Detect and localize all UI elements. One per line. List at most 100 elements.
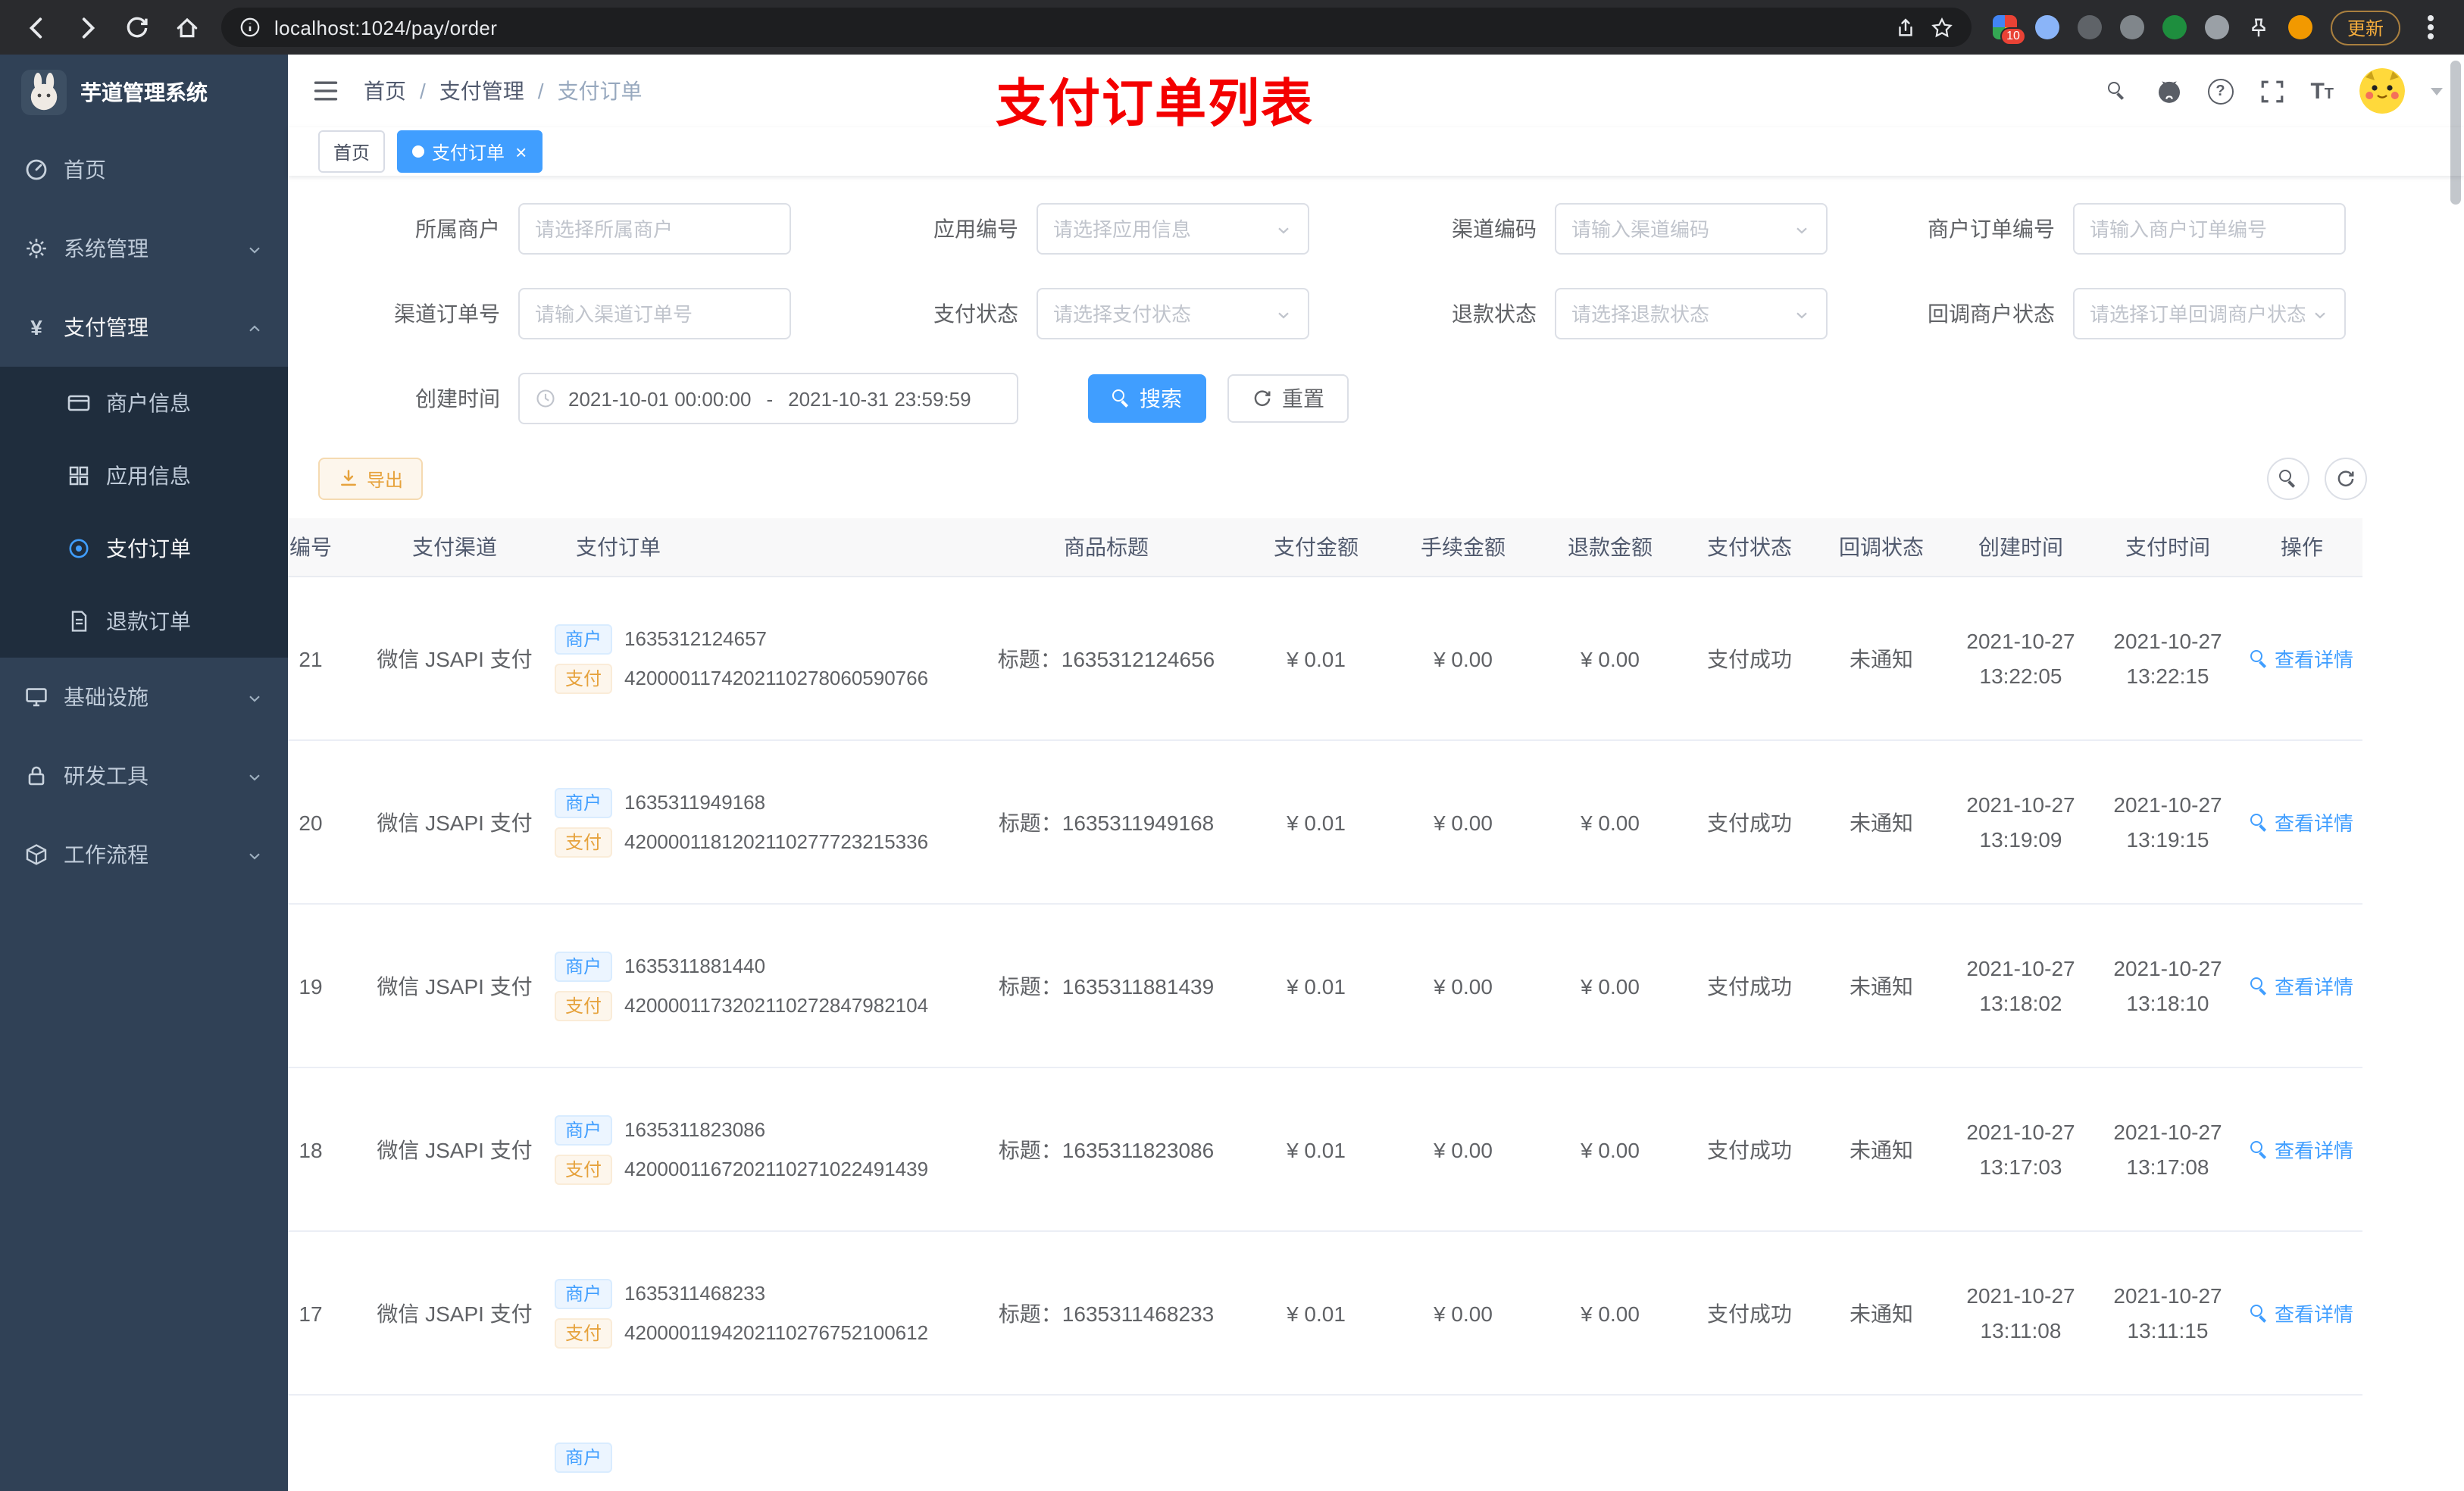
app-logo[interactable]: 芋道管理系统 xyxy=(0,55,288,130)
sidebar-item-pay-order[interactable]: 支付订单 xyxy=(0,512,288,585)
table-row-partial: 商户 xyxy=(288,1395,2362,1491)
close-icon[interactable] xyxy=(515,142,527,161)
help-icon[interactable] xyxy=(2207,78,2234,104)
export-button[interactable]: 导出 xyxy=(318,458,424,500)
sidebar-item-refund-order[interactable]: 退款订单 xyxy=(0,585,288,658)
col-pay-order: 支付订单 xyxy=(546,518,970,577)
search-button[interactable]: 搜索 xyxy=(1088,374,1206,423)
chevron-down-icon xyxy=(245,767,264,785)
filter-label: 退款状态 xyxy=(1452,302,1537,326)
sidebar-item-label: 基础设施 xyxy=(64,685,149,709)
app-input[interactable] xyxy=(1053,217,1268,240)
sidebar-item-merchant-info[interactable]: 商户信息 xyxy=(0,367,288,439)
refund-status-select[interactable] xyxy=(1555,288,1828,339)
url-bar[interactable]: localhost:1024/pay/order xyxy=(221,8,1972,47)
filter-label: 渠道订单号 xyxy=(394,302,500,326)
sidebar-item-app-info[interactable]: 应用信息 xyxy=(0,439,288,512)
merchant-order-no-field[interactable] xyxy=(2073,203,2346,255)
col-created: 创建时间 xyxy=(1947,518,2094,577)
order-line-ghost xyxy=(555,1480,961,1491)
bookmark-star-icon[interactable] xyxy=(1931,16,1953,39)
breadcrumb-pay-mgmt[interactable]: 支付管理 xyxy=(439,76,524,106)
merchant-input[interactable] xyxy=(535,217,774,240)
tab-home[interactable]: 首页 xyxy=(318,130,386,173)
forward-icon[interactable] xyxy=(74,14,100,40)
tab-pay-order[interactable]: 支付订单 xyxy=(397,130,543,173)
avatar-caret-icon[interactable] xyxy=(2431,87,2443,95)
sidebar-item-payment[interactable]: ¥ 支付管理 xyxy=(0,288,288,367)
create-time-range-picker[interactable]: 2021-10-01 00:00:00 - 2021-10-31 23:59:5… xyxy=(518,373,1018,424)
search-icon xyxy=(2250,977,2269,995)
filter-channel-order-no: 渠道订单号 xyxy=(318,288,791,339)
view-detail-link[interactable]: 查看详情 xyxy=(2250,971,2353,1000)
callback-status-input[interactable] xyxy=(2090,302,2305,325)
extension-icon-4[interactable] xyxy=(2119,15,2144,39)
merchant-select[interactable] xyxy=(518,203,791,255)
extension-badge: 10 xyxy=(2000,27,2026,45)
sidebar-item-system[interactable]: 系统管理 xyxy=(0,209,288,288)
hamburger-icon[interactable] xyxy=(312,77,339,105)
callback-status-select[interactable] xyxy=(2073,288,2346,339)
notify-status: 未通知 xyxy=(1815,740,1947,905)
site-info-icon[interactable] xyxy=(239,17,261,38)
notify-status: 未通知 xyxy=(1815,1067,1947,1232)
merchant-badge: 商户 xyxy=(555,1442,613,1472)
view-detail-link[interactable]: 查看详情 xyxy=(2250,808,2353,836)
table-row: 19 微信 JSAPI 支付 商户 1635311881440 支付 4200001… xyxy=(288,904,2362,1068)
active-dot-icon xyxy=(412,145,425,158)
user-avatar[interactable] xyxy=(2359,68,2405,114)
view-detail-link[interactable]: 查看详情 xyxy=(2250,1135,2353,1164)
reload-icon[interactable] xyxy=(124,14,150,40)
order-id: 20 xyxy=(288,740,364,905)
github-icon[interactable] xyxy=(2156,78,2181,104)
browser-menu-icon[interactable] xyxy=(2428,15,2434,39)
fullscreen-icon[interactable] xyxy=(2259,78,2284,104)
merchant-order-no-input[interactable] xyxy=(2090,217,2329,240)
sidebar-item-workflow[interactable]: 工作流程 xyxy=(0,815,288,894)
pin-extension-icon[interactable] xyxy=(2247,16,2270,39)
clock-icon xyxy=(535,388,556,409)
toggle-search-button[interactable] xyxy=(2267,458,2309,500)
product-title: 标题：1635311949168 xyxy=(970,740,1243,905)
extension-icon-6[interactable] xyxy=(2204,15,2229,39)
screen: localhost:1024/pay/order 10 更新 芋道管理系统 首页… xyxy=(0,0,2464,1491)
reset-button[interactable]: 重置 xyxy=(1227,374,1349,423)
pay-status: 支付成功 xyxy=(1684,1067,1815,1232)
paid-time: 2021-10-27 13:18:10 xyxy=(2094,904,2241,1068)
pay-badge: 支付 xyxy=(555,663,613,693)
sidebar-item-home[interactable]: 首页 xyxy=(0,130,288,209)
font-size-icon[interactable] xyxy=(2310,80,2334,102)
channel-code-input[interactable] xyxy=(1571,217,1787,240)
back-icon[interactable] xyxy=(24,14,50,40)
share-icon[interactable] xyxy=(1894,16,1917,39)
view-detail-link[interactable]: 查看详情 xyxy=(2250,644,2353,673)
search-icon[interactable] xyxy=(2104,78,2130,104)
breadcrumb-home[interactable]: 首页 xyxy=(364,76,406,106)
merchant-badge: 商户 xyxy=(555,1278,613,1308)
sidebar-item-infra[interactable]: 基础设施 xyxy=(0,658,288,736)
view-detail-link[interactable]: 查看详情 xyxy=(2250,1299,2353,1327)
pay-status-select[interactable] xyxy=(1037,288,1309,339)
extension-icon-1[interactable]: 10 xyxy=(1992,15,2026,45)
channel-order-no-field[interactable] xyxy=(518,288,791,339)
pay-channel: 微信 JSAPI 支付 xyxy=(364,904,546,1068)
pay-status-input[interactable] xyxy=(1053,302,1268,325)
product-title: 标题：1635312124656 xyxy=(970,577,1243,741)
browser-update-button[interactable]: 更新 xyxy=(2330,10,2400,45)
refund-amount: ¥ 0.00 xyxy=(1537,1231,1684,1396)
refund-status-input[interactable] xyxy=(1571,302,1787,325)
col-notify-status: 回调状态 xyxy=(1815,518,1947,577)
paid-time: 2021-10-27 13:11:15 xyxy=(2094,1231,2241,1396)
channel-order-no-input[interactable] xyxy=(535,302,774,325)
pay-channel xyxy=(364,1395,546,1491)
extension-icon-5[interactable] xyxy=(2162,15,2187,39)
extension-icon-3[interactable] xyxy=(2077,15,2102,39)
browser-profile-avatar[interactable] xyxy=(2287,15,2312,39)
refresh-table-button[interactable] xyxy=(2325,458,2367,500)
channel-code-select[interactable] xyxy=(1555,203,1828,255)
app-select[interactable] xyxy=(1037,203,1309,255)
sidebar-item-label: 支付管理 xyxy=(64,315,149,339)
sidebar-item-dev-tools[interactable]: 研发工具 xyxy=(0,736,288,815)
extension-icon-2[interactable] xyxy=(2034,15,2059,39)
home-icon[interactable] xyxy=(174,14,200,40)
